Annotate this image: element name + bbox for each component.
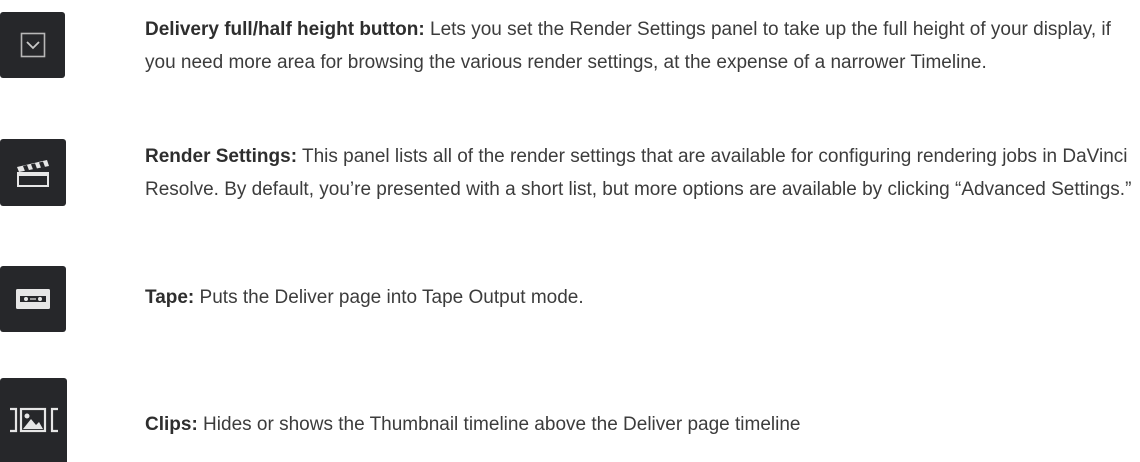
entry-term: Delivery full/half height button: xyxy=(145,19,425,40)
entry-description: Render Settings: This panel lists all of… xyxy=(145,140,1135,206)
entry-term: Render Settings: xyxy=(145,146,298,167)
entry-term: Tape: xyxy=(145,287,195,308)
clips-thumbnail-icon xyxy=(9,407,58,433)
render-settings-button[interactable] xyxy=(0,139,66,206)
tape-icon xyxy=(16,289,50,309)
entry-term: Clips: xyxy=(145,414,198,435)
delivery-height-button[interactable] xyxy=(0,12,65,78)
entry-text: Puts the Deliver page into Tape Output m… xyxy=(194,287,584,308)
entry-description: Delivery full/half height button: Lets y… xyxy=(145,13,1135,79)
entry-text: Hides or shows the Thumbnail timeline ab… xyxy=(197,414,801,435)
tape-button[interactable] xyxy=(0,266,66,332)
entry-description: Clips: Hides or shows the Thumbnail time… xyxy=(145,408,1135,441)
chevron-down-icon xyxy=(20,32,45,58)
clapperboard-icon xyxy=(17,159,49,187)
entry-description: Tape: Puts the Deliver page into Tape Ou… xyxy=(145,281,1135,314)
clips-button[interactable] xyxy=(0,378,67,462)
